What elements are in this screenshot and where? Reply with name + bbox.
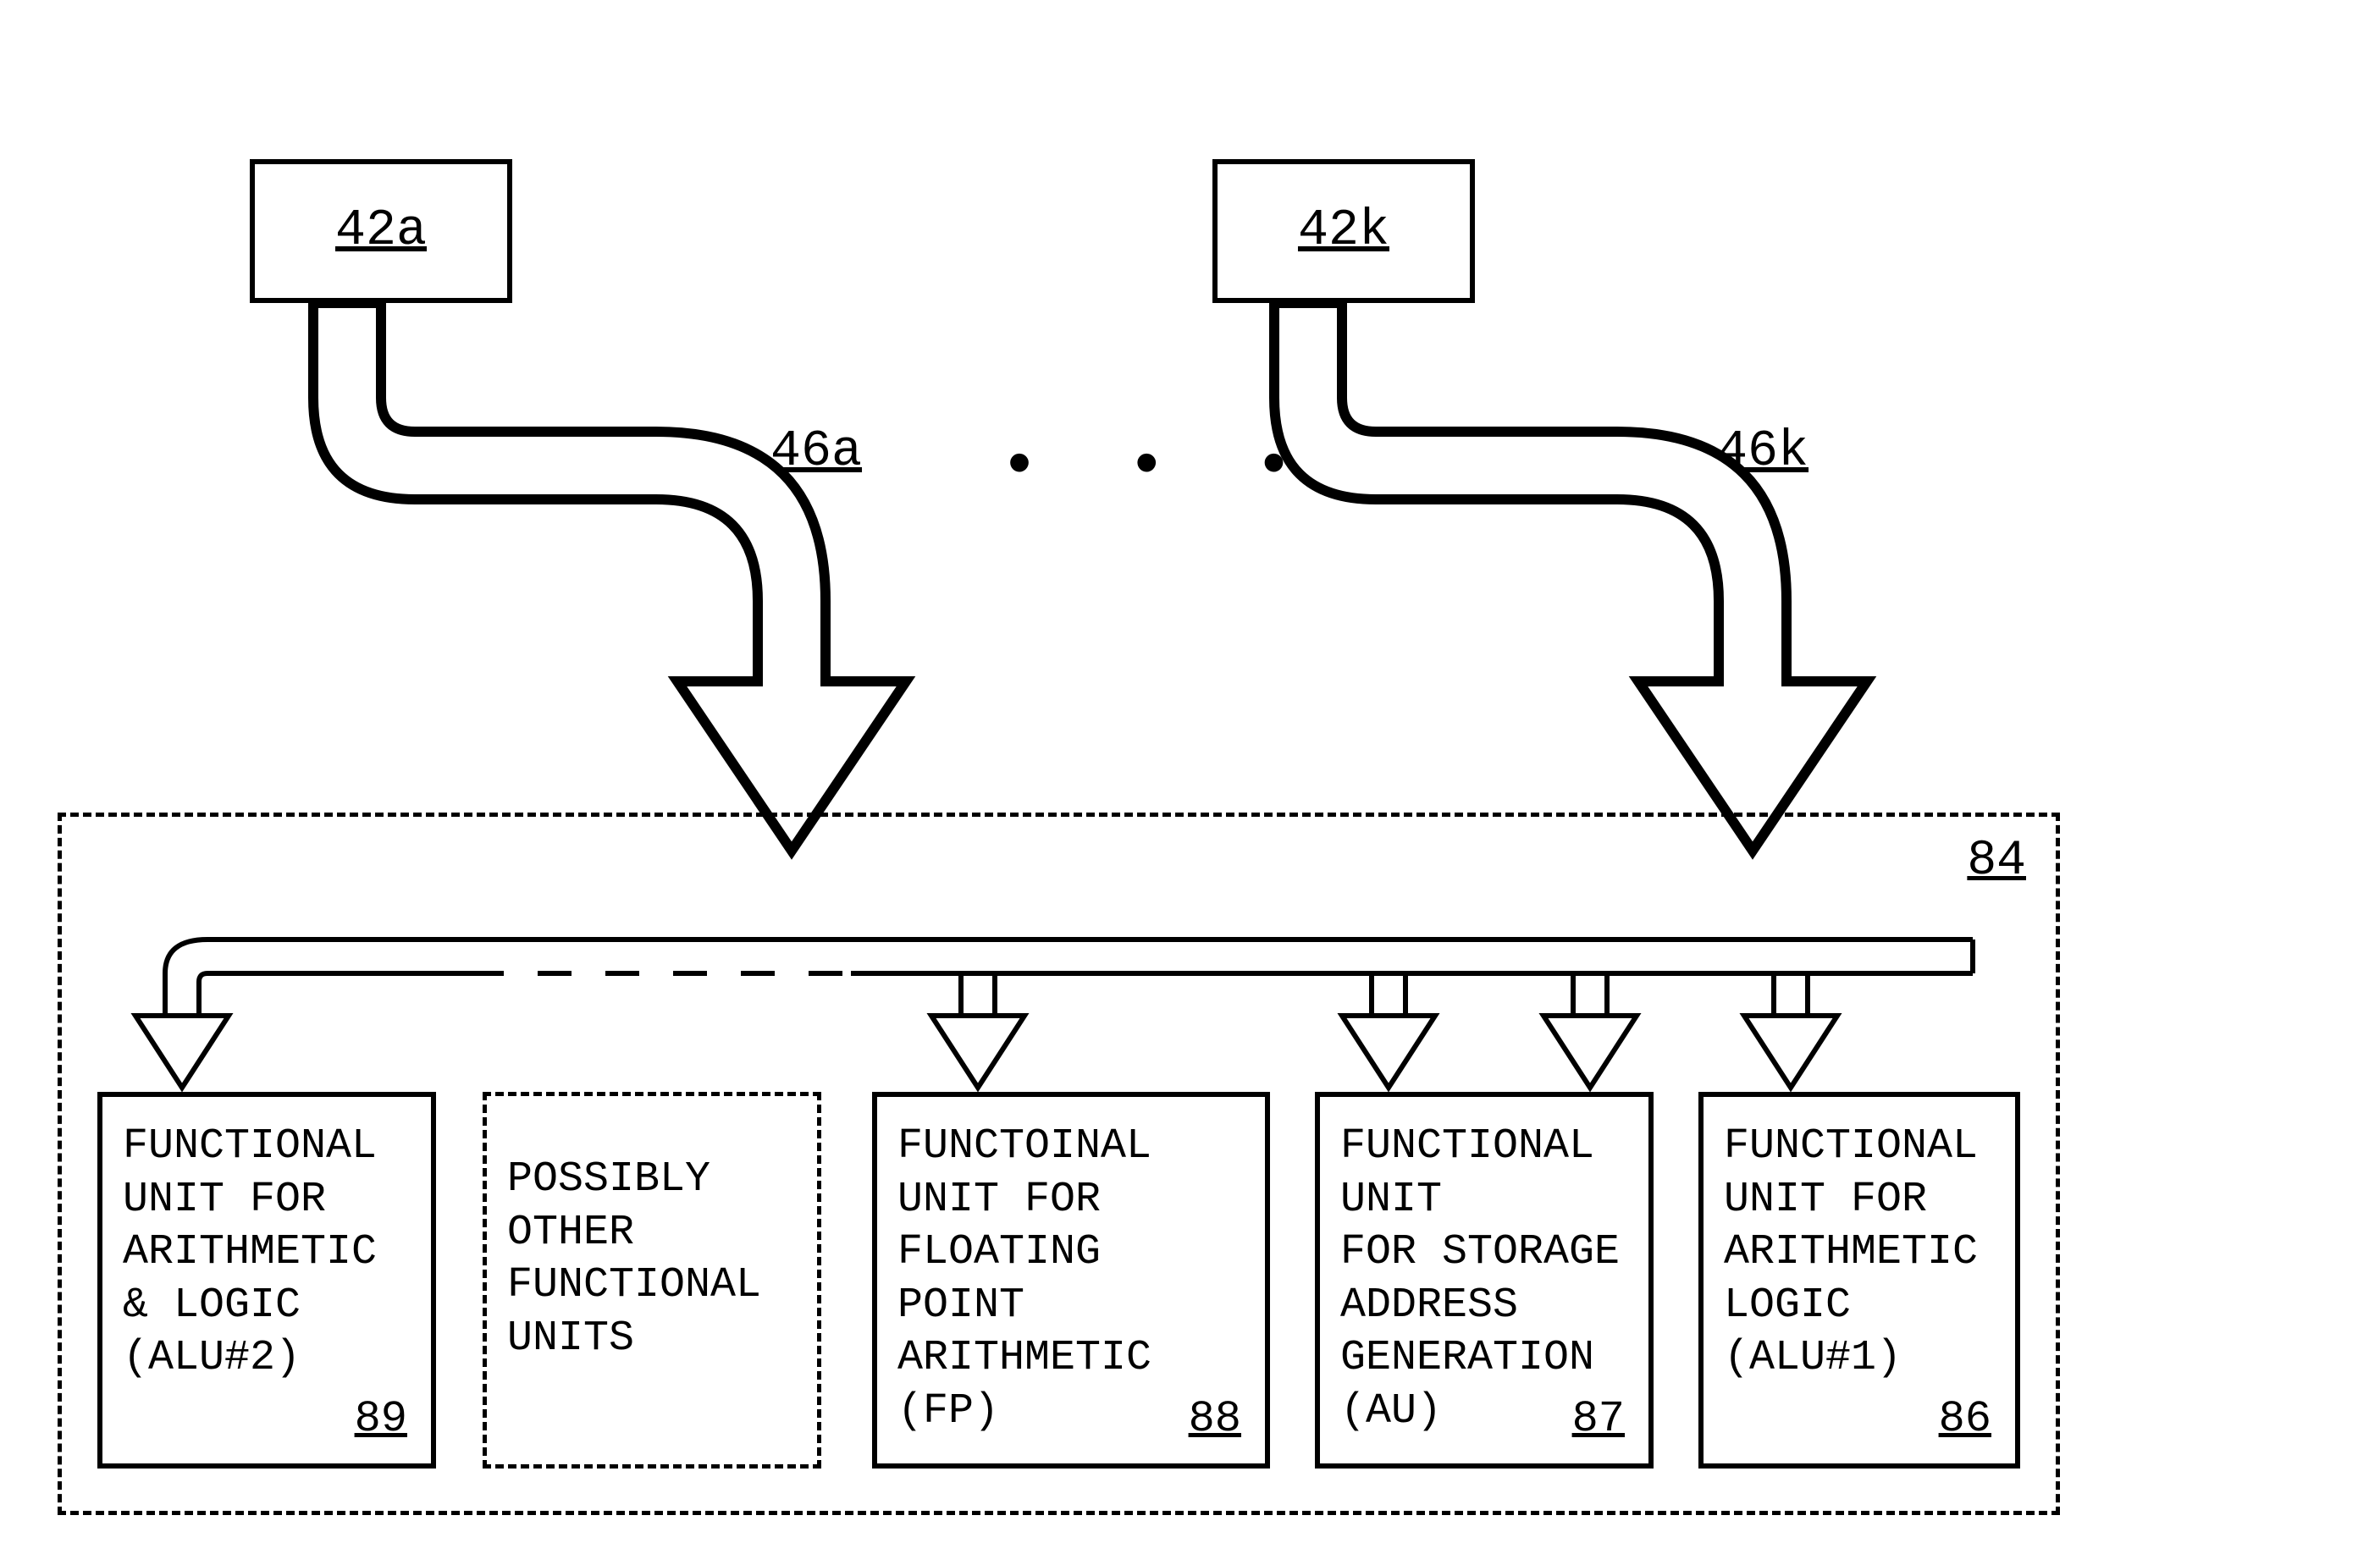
box-42a: 42a [250,159,512,303]
arrow-46a-label: 46a [770,423,862,481]
unit-au-ref: 87 [1572,1391,1625,1447]
box-42a-label: 42a [335,202,427,260]
container-84-ref: 84 [1967,834,2026,889]
arrow-46a-icon [313,303,906,851]
box-42k-label: 42k [1298,202,1389,260]
arrow-ellipsis: • • • [1008,423,1328,501]
unit-fp-text: FUNCTOINAL UNIT FOR FLOATING POINT ARITH… [897,1121,1245,1438]
arrow-46k-label: 46k [1717,423,1808,481]
unit-au: FUNCTIONAL UNIT FOR STORAGE ADDRESS GENE… [1315,1092,1654,1469]
unit-other: POSSIBLY OTHER FUNCTIONAL UNITS [483,1092,821,1469]
unit-alu1-ref: 86 [1939,1391,1991,1447]
unit-other-text: POSSIBLY OTHER FUNCTIONAL UNITS [507,1154,797,1365]
unit-alu2-text: FUNCTIONAL UNIT FOR ARITHMETIC & LOGIC (… [123,1121,411,1386]
unit-au-text: FUNCTIONAL UNIT FOR STORAGE ADDRESS GENE… [1340,1121,1628,1438]
unit-fp: FUNCTOINAL UNIT FOR FLOATING POINT ARITH… [872,1092,1270,1469]
diagram-canvas: 42a 42k 46a 46k • • • [0,0,2380,1565]
unit-alu2: FUNCTIONAL UNIT FOR ARITHMETIC & LOGIC (… [97,1092,436,1469]
unit-alu1-text: FUNCTIONAL UNIT FOR ARITHMETIC LOGIC (AL… [1724,1121,1995,1386]
unit-alu1: FUNCTIONAL UNIT FOR ARITHMETIC LOGIC (AL… [1698,1092,2020,1469]
arrow-46k-icon [1274,303,1867,851]
box-42k: 42k [1212,159,1475,303]
unit-fp-ref: 88 [1189,1391,1241,1447]
unit-alu2-ref: 89 [355,1391,407,1447]
